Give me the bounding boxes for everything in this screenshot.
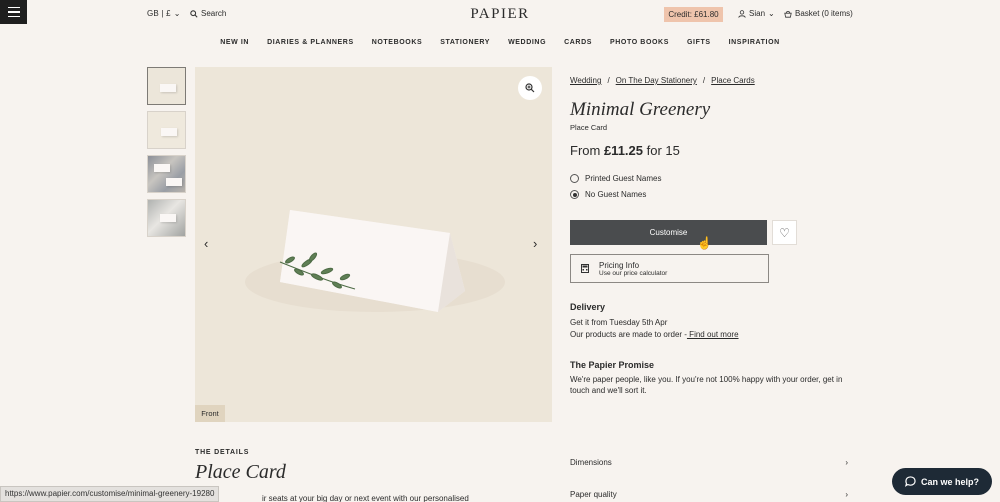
wishlist-button[interactable]: ♡ [772, 220, 797, 245]
nav-item-photo-books[interactable]: PHOTO BOOKS [610, 39, 669, 46]
customise-button[interactable]: Customise [570, 220, 767, 245]
zoom-icon [525, 83, 535, 93]
find-out-more-link[interactable]: Find out more [687, 330, 738, 339]
basket-link[interactable]: Basket (0 items) [784, 9, 853, 18]
accordion-dimensions[interactable]: Dimensions › [570, 458, 848, 467]
breadcrumb-place-cards[interactable]: Place Cards [711, 76, 755, 85]
zoom-button[interactable] [518, 76, 542, 100]
nav-item-cards[interactable]: CARDS [564, 39, 592, 46]
basket-icon [784, 10, 792, 18]
prev-image-button[interactable]: ‹ [204, 236, 208, 251]
details-title: Place Card [195, 461, 286, 483]
accordion-paper-quality[interactable]: Paper quality › [570, 490, 848, 499]
chevron-down-icon: ⌄ [768, 9, 775, 18]
delivery-note: Our products are made to order - Find ou… [570, 330, 739, 339]
nav-item-gifts[interactable]: GIFTS [687, 39, 711, 46]
next-image-button[interactable]: › [533, 236, 537, 251]
product-subtitle: Place Card [570, 123, 608, 132]
promise-text: We're paper people, like you. If you're … [570, 375, 843, 395]
status-bar-url: https://www.papier.com/customise/minimal… [0, 486, 220, 502]
thumbnail-2[interactable] [147, 111, 186, 149]
delivery-date: Get it from Tuesday 5th Apr [570, 318, 668, 327]
breadcrumb-on-the-day-stationery[interactable]: On The Day Stationery [616, 76, 697, 85]
breadcrumb: Wedding / On The Day Stationery / Place … [570, 76, 755, 85]
chevron-right-icon: › [845, 490, 848, 499]
radio-button[interactable] [570, 174, 579, 183]
nav-item-notebooks[interactable]: NOTEBOOKS [372, 39, 423, 46]
account-link[interactable]: Sian ⌄ [738, 9, 775, 18]
thumbnail-4[interactable] [147, 199, 186, 237]
pricing-info-button[interactable]: Pricing Info Use our price calculator [570, 254, 769, 283]
nav-item-new-in[interactable]: NEW IN [220, 39, 249, 46]
product-title: Minimal Greenery [570, 99, 711, 120]
product-image [195, 67, 552, 422]
calculator-icon [581, 264, 589, 273]
nav-item-wedding[interactable]: WEDDING [508, 39, 546, 46]
nav-item-inspiration[interactable]: INSPIRATION [729, 39, 780, 46]
option-printed-guest-names[interactable]: Printed Guest Names [570, 174, 661, 183]
thumbnail-3[interactable] [147, 155, 186, 193]
help-chat-button[interactable]: Can we help? [892, 468, 992, 495]
user-icon [738, 9, 746, 18]
nav-item-diaries-planners[interactable]: DIARIES & PLANNERS [267, 39, 354, 46]
image-side-tag: Front [195, 405, 225, 422]
chevron-right-icon: › [845, 458, 848, 467]
thumbnail-1[interactable] [147, 67, 186, 105]
product-price: From £11.25 for 15 [570, 143, 680, 158]
chevron-left-icon: ‹ [204, 236, 209, 251]
main-nav: NEW IN DIARIES & PLANNERS NOTEBOOKS STAT… [0, 39, 1000, 46]
radio-button-selected[interactable] [570, 190, 579, 199]
option-no-guest-names[interactable]: No Guest Names [570, 190, 646, 199]
details-label: THE DETAILS [195, 449, 250, 456]
promise-heading: The Papier Promise [570, 360, 655, 370]
heart-icon: ♡ [779, 225, 790, 240]
mouse-cursor-icon: ☝ [697, 236, 712, 250]
delivery-heading: Delivery [570, 302, 606, 312]
details-body: ir seats at your big day or next event w… [262, 494, 469, 502]
breadcrumb-wedding[interactable]: Wedding [570, 76, 601, 85]
chat-icon [904, 476, 916, 487]
place-card-illustration [245, 210, 505, 312]
credit-badge[interactable]: Credit: £61.80 [664, 7, 723, 22]
chevron-right-icon: › [533, 236, 538, 251]
nav-item-stationery[interactable]: STATIONERY [440, 39, 490, 46]
